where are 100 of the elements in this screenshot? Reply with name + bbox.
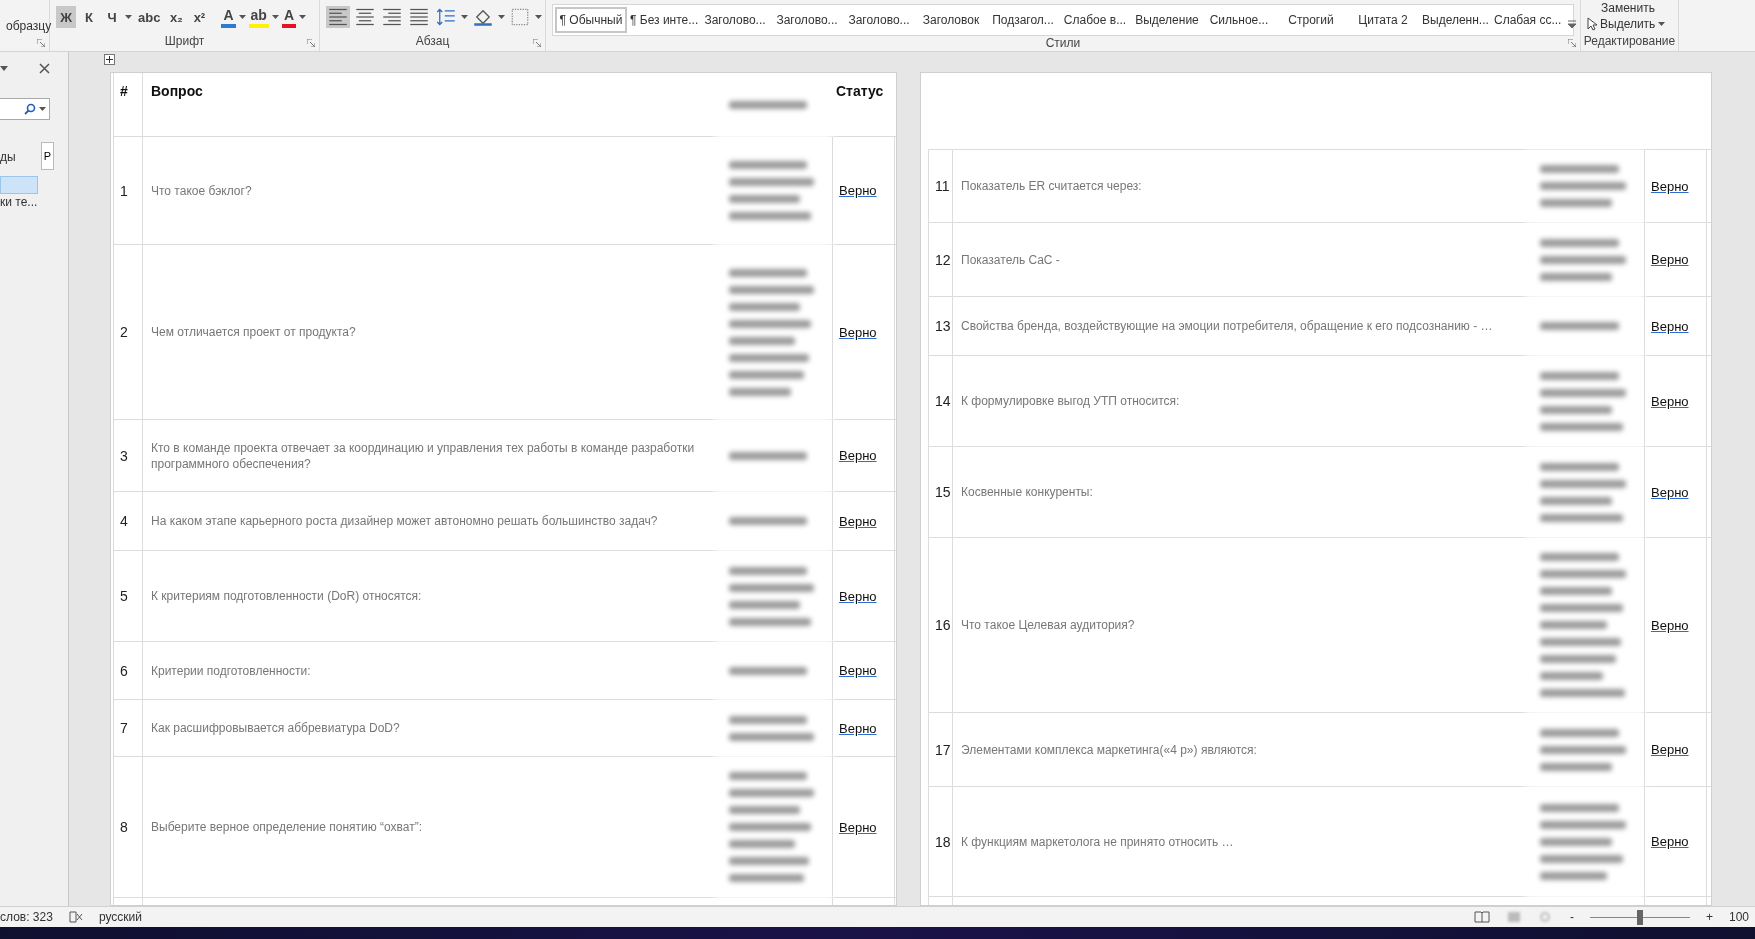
style-item[interactable]: ¶ Обычный (555, 7, 627, 33)
group-label: Шрифт (164, 34, 205, 50)
status-link[interactable]: Верно (1651, 252, 1689, 267)
caret-icon[interactable] (498, 15, 505, 19)
status-link[interactable]: Верно (1651, 178, 1689, 194)
language-indicator[interactable]: русский (98, 910, 142, 924)
group-label: Стили (1045, 36, 1081, 52)
dialog-launcher-icon[interactable] (307, 39, 315, 47)
row-number: 15 (935, 484, 951, 500)
format-painter-label[interactable]: образцу (6, 18, 52, 33)
word-count[interactable]: слов: 323 (0, 910, 53, 924)
format-toggle[interactable]: abc (135, 6, 164, 28)
question-text: К функциям маркетолога не принято относить … (961, 833, 1234, 850)
question-text: Показатель CaC - (961, 251, 1060, 268)
search-field[interactable] (0, 98, 50, 120)
question-text: Что такое бэклог? (151, 182, 252, 199)
format-toggle[interactable]: К (79, 6, 99, 28)
zoom-out-button[interactable]: - (1569, 910, 1574, 924)
status-link[interactable]: Верно (839, 588, 877, 604)
status-link[interactable]: Верно (839, 513, 877, 529)
read-mode-icon[interactable] (1473, 911, 1490, 923)
replace-button[interactable]: Заменить (1587, 1, 1672, 15)
status-link[interactable]: Верно (1651, 617, 1689, 633)
caret-icon[interactable] (461, 15, 468, 19)
align-icon[interactable] (380, 6, 404, 28)
status-link[interactable]: Верно (1651, 393, 1689, 409)
column-header: Вопрос (151, 83, 203, 99)
question-text: К критериям подготовленности (DoR) относятся: (151, 588, 422, 604)
status-link[interactable]: Верно (1651, 318, 1689, 334)
format-toggle[interactable]: x² (189, 6, 210, 28)
format-toggle[interactable]: Ж (56, 6, 76, 28)
format-toggle[interactable]: Ч (102, 6, 122, 28)
question-text: Свойства бренда, воздействующие на эмоции потребителя, обращение к его подсознанию - … (961, 318, 1493, 334)
status-link[interactable]: Верно (839, 663, 877, 678)
row-number: 3 (120, 447, 128, 464)
dialog-launcher-icon[interactable] (1568, 39, 1576, 47)
row-number: 6 (120, 662, 128, 679)
align-icon[interactable] (353, 6, 377, 28)
caret-icon[interactable] (535, 15, 542, 19)
caret-icon[interactable] (271, 15, 279, 19)
group-label: Абзац (415, 34, 450, 50)
color-button[interactable]: A (221, 6, 236, 28)
zoom-level[interactable]: 100 (1728, 910, 1749, 924)
dialog-launcher-icon[interactable] (37, 39, 45, 47)
format-toggle[interactable]: x₂ (166, 6, 187, 28)
row-number: 13 (935, 318, 951, 334)
status-link[interactable]: Верно (839, 324, 877, 340)
dialog-launcher-icon[interactable] (533, 39, 541, 47)
question-text: Показатель ER считается через: (961, 178, 1142, 194)
nav-tab-button[interactable]: Р (41, 142, 54, 170)
row-number: 1 (120, 182, 128, 199)
row-number: 17 (935, 741, 951, 758)
row-number: 14 (935, 393, 951, 409)
question-text: Как расшифровывается аббревиатура DoD? (151, 720, 400, 736)
heading-item[interactable]: ки те... (0, 195, 38, 209)
column-header: Статус (836, 83, 884, 99)
search-icon[interactable] (24, 103, 36, 115)
align-icon[interactable] (326, 6, 350, 28)
row-number: 7 (120, 720, 128, 736)
question-text: Кто в команде проекта отвечает за координацию и управления тех работы в команде разработки программного обеспечения? (151, 439, 696, 472)
proofing-icon[interactable] (68, 911, 83, 923)
status-link[interactable]: Верно (839, 720, 877, 736)
zoom-slider-thumb[interactable] (1636, 909, 1643, 925)
status-link[interactable]: Верно (1651, 742, 1689, 757)
row-number: 12 (935, 251, 951, 268)
caret-icon[interactable] (125, 15, 132, 19)
caret-icon[interactable] (238, 15, 246, 19)
caret-icon[interactable] (39, 107, 46, 111)
select-button[interactable]: Выделить (1600, 17, 1656, 31)
row-number: 5 (120, 588, 128, 604)
zoom-in-button[interactable]: + (1705, 910, 1713, 924)
question-text: Чем отличается проект от продукта? (151, 324, 356, 340)
row-number: 4 (120, 513, 128, 529)
row-number: 18 (935, 833, 951, 850)
color-button[interactable]: ab (248, 6, 269, 28)
question-text: К формулировке выгод УТП относится: (961, 393, 1180, 409)
question-text: Элементами комплекса маркетинга(«4 р») являются: (961, 741, 1257, 758)
status-link[interactable]: Верно (839, 448, 877, 463)
status-link[interactable]: Верно (839, 183, 877, 198)
row-number: 16 (935, 617, 951, 633)
status-link[interactable]: Верно (839, 819, 877, 835)
column-header: # (120, 83, 128, 99)
line-spacing-icon[interactable] (434, 6, 458, 28)
caret-icon[interactable] (299, 15, 306, 19)
nav-tab[interactable]: ды (0, 150, 16, 164)
question-text: Выберите верное определение понятию “охват”: (151, 819, 423, 835)
question-text: Что такое Целевая аудитория? (961, 617, 1135, 633)
question-text: Косвенные конкуренты: (961, 484, 1093, 500)
row-number: 11 (935, 178, 950, 194)
table-move-handle-icon[interactable] (104, 54, 115, 65)
row-number: 8 (120, 819, 128, 835)
close-icon[interactable] (39, 63, 50, 74)
status-link[interactable]: Верно (1651, 484, 1689, 500)
caret-icon[interactable] (0, 66, 8, 71)
align-icon[interactable] (407, 6, 431, 28)
status-link[interactable]: Верно (1651, 834, 1689, 849)
color-button[interactable]: A (281, 6, 296, 28)
row-number: 2 (120, 324, 128, 340)
caret-icon[interactable] (1658, 22, 1666, 26)
group-label: Редактирование (1583, 34, 1676, 50)
